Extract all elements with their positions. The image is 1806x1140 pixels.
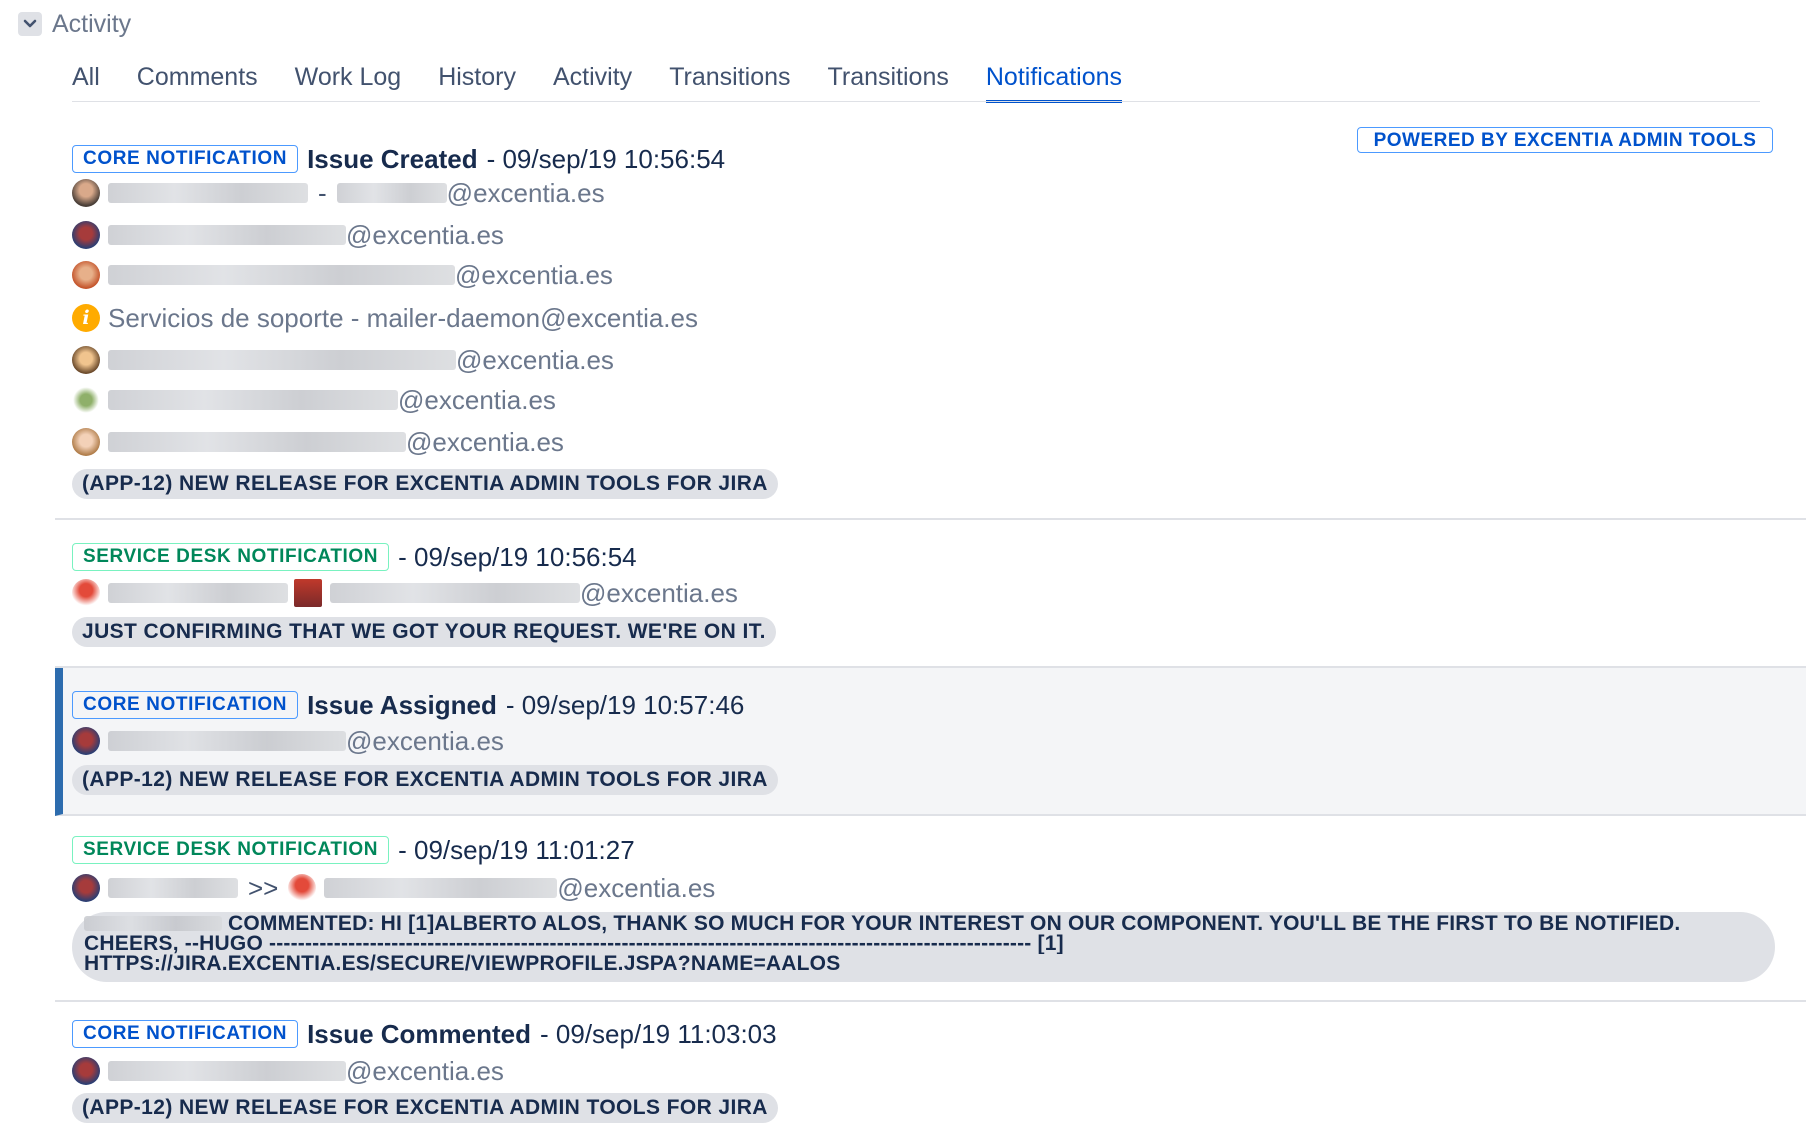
avatar — [294, 579, 322, 607]
tab-transitions[interactable]: Transitions — [669, 58, 790, 100]
event-name: Issue Commented — [307, 1018, 532, 1049]
timestamp: - 09/sep/19 11:01:27 — [398, 834, 635, 865]
activity-section-header[interactable]: Activity — [18, 8, 131, 40]
redacted-name — [108, 225, 346, 245]
notification-type-badge: CORE NOTIFICATION — [72, 691, 299, 719]
avatar — [72, 261, 100, 289]
recipient-row: - @excentia.es — [72, 177, 605, 209]
notification-type-badge: SERVICE DESK NOTIFICATION — [72, 836, 390, 864]
recipient-email: @excentia.es — [580, 577, 738, 608]
issue-subject-pill[interactable]: (APP-12) NEW RELEASE FOR EXCENTIA ADMIN … — [72, 469, 778, 499]
recipient-email: @excentia.es — [406, 426, 564, 457]
redacted-name — [108, 878, 238, 898]
notification-type-badge: CORE NOTIFICATION — [72, 145, 299, 173]
recipient-row: @excentia.es — [72, 1055, 504, 1087]
comment-subject-pill[interactable]: COMMENTED: HI [1]ALBERTO ALÓS, THANK SO … — [72, 912, 1775, 982]
redacted-name — [324, 878, 558, 898]
avatar — [72, 727, 100, 755]
subject-line: HTTPS://JIRA.EXCENTIA.ES/SECURE/VIEWPROF… — [84, 954, 841, 974]
recipient-email: @excentia.es — [446, 177, 605, 208]
redacted-name — [84, 916, 222, 931]
avatar — [288, 874, 317, 902]
notification-entry-selected: CORE NOTIFICATION Issue Assigned - 09/se… — [55, 668, 1806, 816]
chevron-down-icon[interactable] — [18, 12, 42, 36]
event-name: Issue Created — [307, 143, 478, 174]
recipient-row: >> @excentia.es — [72, 872, 715, 904]
avatar — [72, 579, 100, 607]
recipient-email: @excentia.es — [557, 872, 716, 903]
notification-entry: SERVICE DESK NOTIFICATION - 09/sep/19 10… — [55, 520, 1806, 668]
timestamp: - 09/sep/19 10:56:54 — [398, 541, 637, 572]
recipient-row: i Servicios de soporte - mailer-daemon@e… — [72, 302, 698, 334]
avatar — [72, 179, 100, 207]
redacted-name — [108, 350, 456, 370]
recipient-row: @excentia.es — [72, 384, 556, 416]
recipient-row: @excentia.es — [72, 219, 504, 251]
tab-comments[interactable]: Comments — [137, 58, 258, 100]
notification-type-badge: SERVICE DESK NOTIFICATION — [72, 543, 390, 571]
avatar — [72, 221, 100, 249]
redacted-name — [108, 731, 346, 751]
redacted-name — [108, 432, 406, 452]
tab-work-log[interactable]: Work Log — [295, 58, 402, 100]
recipient-email: @excentia.es — [398, 384, 556, 415]
recipient-row: @excentia.es — [72, 426, 564, 458]
redacted-name — [108, 583, 288, 603]
redacted-name — [108, 265, 455, 285]
recipient-email: @excentia.es — [346, 725, 504, 756]
section-title: Activity — [52, 9, 132, 38]
recipient-email: Servicios de soporte - mailer-daemon@exc… — [108, 302, 698, 333]
notification-entry: CORE NOTIFICATION Issue Created - 09/sep… — [55, 135, 1806, 520]
redacted-name — [108, 1061, 346, 1081]
request-subject-pill[interactable]: JUST CONFIRMING THAT WE GOT YOUR REQUEST… — [72, 617, 776, 647]
recipient-email: @excentia.es — [346, 219, 504, 250]
avatar — [72, 428, 100, 456]
timestamp: - 09/sep/19 11:03:03 — [540, 1018, 777, 1049]
notification-entry: CORE NOTIFICATION Issue Commented - 09/s… — [55, 1002, 1806, 1140]
tab-activity[interactable]: Activity — [553, 58, 632, 100]
yoda-avatar — [72, 386, 100, 414]
recipient-email: @excentia.es — [455, 259, 613, 290]
activity-tabs: All Comments Work Log History Activity T… — [72, 58, 1159, 103]
avatar — [72, 874, 100, 902]
event-name: Issue Assigned — [307, 689, 497, 720]
tabs-divider — [72, 101, 1760, 102]
timestamp: - 09/sep/19 10:56:54 — [486, 143, 726, 174]
recipient-row: @excentia.es — [72, 259, 613, 291]
subject-line: CHEERS, --HUGO -------------------------… — [84, 934, 1064, 954]
timestamp: - 09/sep/19 10:57:46 — [505, 689, 745, 720]
subject-line: COMMENTED: HI [1]ALBERTO ALÓS, THANK SO … — [228, 914, 1681, 934]
avatar — [72, 346, 100, 374]
recipient-email: @excentia.es — [456, 344, 614, 375]
redacted-name — [108, 390, 398, 410]
tab-transitions-2[interactable]: Transitions — [828, 58, 949, 100]
recipient-row: @excentia.es — [72, 344, 614, 376]
tab-all[interactable]: All — [72, 58, 100, 100]
tab-history[interactable]: History — [438, 58, 516, 100]
forward-separator: >> — [248, 872, 279, 903]
recipient-row: @excentia.es — [72, 725, 504, 757]
recipient-row: @excentia.es — [72, 577, 738, 609]
notification-type-badge: CORE NOTIFICATION — [72, 1020, 299, 1048]
issue-subject-pill[interactable]: (APP-12) NEW RELEASE FOR EXCENTIA ADMIN … — [72, 1093, 778, 1123]
recipient-email: @excentia.es — [346, 1055, 504, 1086]
redacted-name — [330, 583, 580, 603]
info-icon: i — [72, 304, 100, 332]
issue-subject-pill[interactable]: (APP-12) NEW RELEASE FOR EXCENTIA ADMIN … — [72, 765, 778, 795]
redacted-name — [108, 183, 308, 203]
avatar — [72, 1057, 100, 1085]
notification-entry: SERVICE DESK NOTIFICATION - 09/sep/19 11… — [55, 816, 1806, 1002]
redacted-user — [336, 183, 447, 203]
tab-notifications[interactable]: Notifications — [985, 58, 1123, 103]
